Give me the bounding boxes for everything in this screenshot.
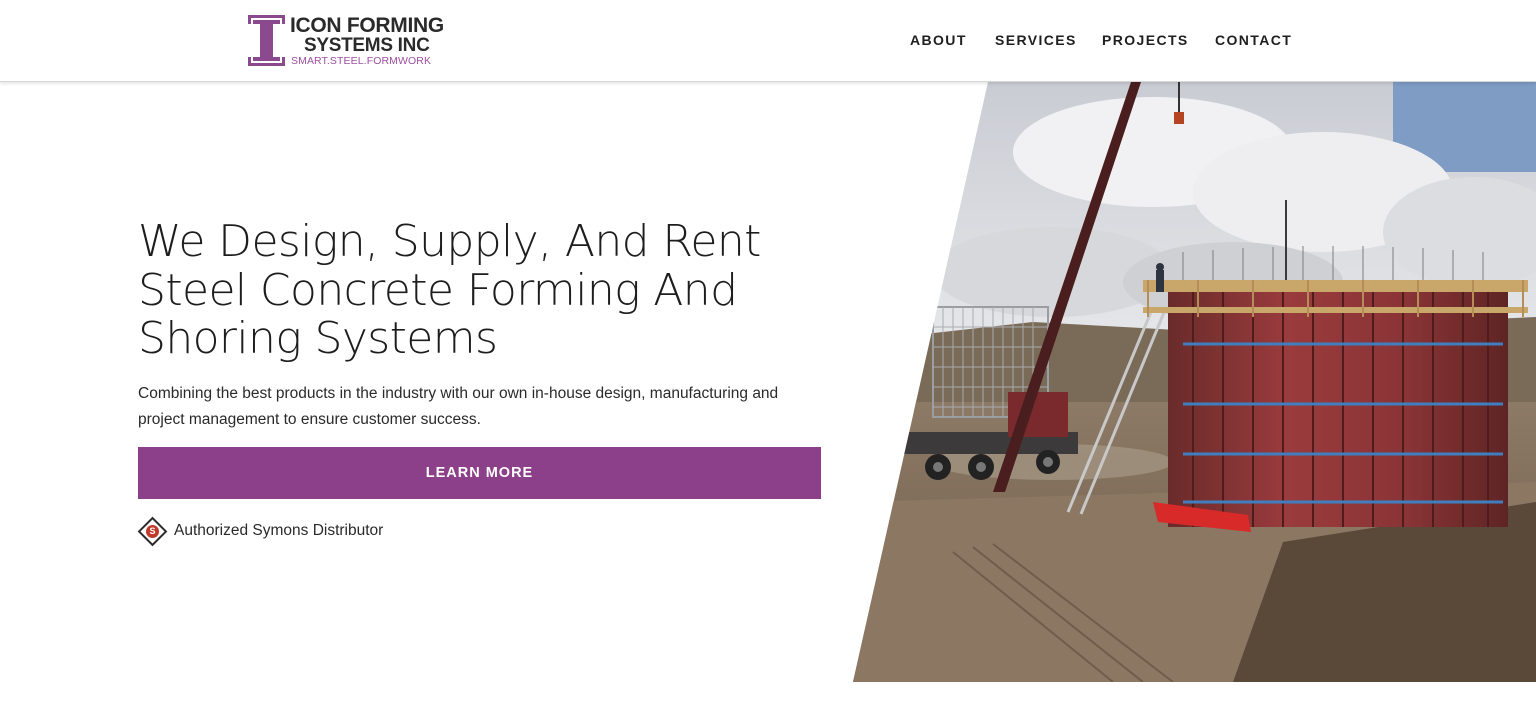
- nav-link-contact[interactable]: CONTACT: [1215, 31, 1292, 49]
- site-logo[interactable]: ICON FORMING SYSTEMS INC SMART.STEEL.FOR…: [247, 14, 447, 68]
- learn-more-button[interactable]: LEARN MORE: [138, 447, 821, 499]
- hero-title: We Design, Supply, And Rent Steel Concre…: [138, 216, 761, 364]
- hero-subtitle: Combining the best products in the indus…: [138, 385, 779, 428]
- distributor-text: Authorized Symons Distributor: [174, 522, 384, 539]
- nav-link-services[interactable]: SERVICES: [995, 31, 1077, 49]
- logo-company-name-line2: SYSTEMS INC: [304, 35, 430, 56]
- hero-construction-image: [853, 82, 1536, 682]
- logo-i-icon: [248, 15, 285, 66]
- site-header: ICON FORMING SYSTEMS INC SMART.STEEL.FOR…: [0, 0, 1536, 82]
- symons-diamond-icon: S: [137, 516, 168, 546]
- nav-link-about[interactable]: ABOUT: [910, 31, 967, 49]
- logo-tagline: SMART.STEEL.FORMWORK: [291, 55, 432, 67]
- nav-link-projects[interactable]: PROJECTS: [1102, 31, 1189, 49]
- distributor-badge: S Authorized Symons Distributor: [137, 515, 384, 547]
- symons-badge-letter: S: [146, 524, 159, 538]
